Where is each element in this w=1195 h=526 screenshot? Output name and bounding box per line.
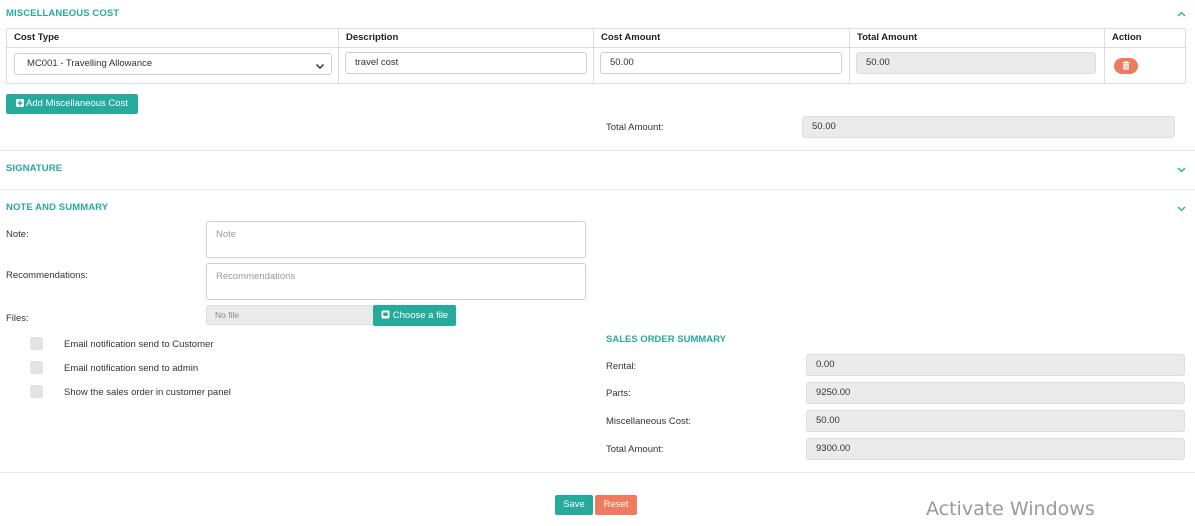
misc-total-field: 50.00: [802, 116, 1175, 138]
chevron-down-icon: [315, 59, 325, 70]
choose-file-label: Choose a file: [392, 310, 449, 321]
rental-field: 0.00: [806, 354, 1185, 376]
cost-type-value: MC001 - Travelling Allowance: [27, 58, 153, 69]
misc-cost-table: Cost Type Description Cost Amount Total …: [6, 28, 1186, 84]
cost-type-select[interactable]: MC001 - Travelling Allowance: [14, 53, 332, 75]
chevron-down-icon[interactable]: [1177, 206, 1186, 214]
email-customer-checkbox[interactable]: [30, 337, 43, 350]
misc-total-label: Total Amount:: [606, 122, 664, 133]
show-customer-panel-label: Show the sales order in customer panel: [64, 387, 231, 398]
chevron-down-icon[interactable]: [1177, 167, 1186, 175]
misc-cost-summary-label: Miscellaneous Cost:: [606, 416, 692, 427]
sales-summary-title: SALES ORDER SUMMARY: [606, 334, 726, 345]
total-amount-field: 50.00: [856, 52, 1096, 74]
note-summary-title: NOTE AND SUMMARY: [6, 202, 109, 213]
file-upload-icon: [381, 310, 390, 319]
parts-label: Parts:: [606, 388, 631, 399]
signature-title: SIGNATURE: [6, 163, 63, 174]
email-admin-label: Email notification send to admin: [64, 363, 199, 374]
plus-square-icon: [16, 99, 25, 107]
misc-cost-title: MISCELLANEOUS COST: [6, 8, 120, 19]
cost-amount-input[interactable]: 50.00: [600, 52, 842, 74]
trash-icon: [1122, 61, 1130, 70]
recommendations-textarea[interactable]: Recommendations: [206, 263, 586, 300]
add-misc-cost-button[interactable]: Add Miscellaneous Cost: [6, 94, 138, 114]
col-header-total-amount: Total Amount: [857, 32, 918, 43]
show-customer-panel-checkbox[interactable]: [30, 385, 43, 398]
save-button[interactable]: Save: [555, 495, 593, 515]
summary-total-field: 9300.00: [806, 438, 1185, 460]
email-customer-label: Email notification send to Customer: [64, 339, 214, 350]
file-name-field: No file: [206, 305, 374, 325]
choose-file-button[interactable]: Choose a file: [373, 305, 456, 326]
email-admin-checkbox[interactable]: [30, 361, 43, 374]
col-header-cost-amount: Cost Amount: [601, 32, 661, 43]
col-header-description: Description: [346, 32, 399, 43]
note-textarea[interactable]: Note: [206, 221, 586, 258]
recommendations-label: Recommendations:: [6, 270, 88, 281]
add-misc-cost-label: Add Miscellaneous Cost: [26, 98, 128, 109]
chevron-up-icon[interactable]: [1177, 11, 1186, 19]
parts-field: 9250.00: [806, 382, 1185, 404]
reset-button[interactable]: Reset: [595, 495, 637, 515]
note-label: Note:: [6, 229, 29, 240]
activate-windows-watermark: Activate Windows: [926, 498, 1095, 520]
misc-cost-summary-field: 50.00: [806, 410, 1185, 432]
description-input[interactable]: travel cost: [345, 52, 587, 74]
summary-total-label: Total Amount:: [606, 444, 664, 455]
rental-label: Rental:: [606, 361, 637, 372]
col-header-action: Action: [1112, 32, 1142, 43]
col-header-cost-type: Cost Type: [14, 32, 60, 43]
delete-row-button[interactable]: [1114, 58, 1138, 74]
files-label: Files:: [6, 313, 29, 324]
